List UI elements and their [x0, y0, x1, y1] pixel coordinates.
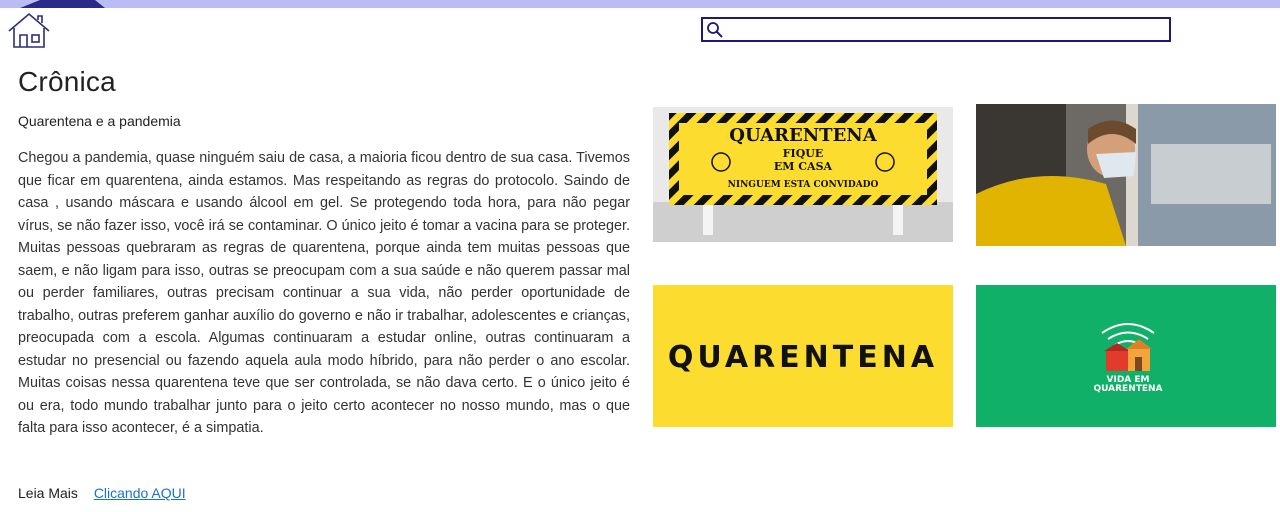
search-box[interactable] — [701, 17, 1171, 42]
quarantine-sign-image: QUARENTENA FIQUE EM CASA NINGUEM ESTA CO… — [653, 107, 953, 242]
read-more-label: Leia Mais — [18, 485, 78, 501]
top-bar — [0, 0, 1280, 8]
sign-line-3: EM CASA — [774, 160, 833, 173]
search-icon — [707, 22, 723, 38]
article-subtitle: Quarentena e a pandemia — [18, 113, 181, 129]
article-body: Chegou a pandemia, quase ninguém saiu de… — [18, 150, 630, 436]
sign-line-2: FIQUE — [783, 147, 824, 160]
quarentena-line: QUARENTENA — [1093, 384, 1162, 394]
quarantine-yellow-image: QUARENTENA — [653, 285, 953, 427]
top-bar-logo-fragment — [20, 0, 105, 8]
search-input[interactable] — [725, 19, 1169, 42]
home-icon[interactable] — [6, 11, 52, 51]
sign-line-4: NINGUEM ESTA CONVIDADO — [728, 180, 879, 190]
read-more: Leia Mais Clicando AQUI — [18, 485, 186, 501]
sign-line-1: QUARENTENA — [729, 125, 877, 146]
quarantine-text: QUARENTENA — [668, 340, 938, 375]
page-title: Crônica — [18, 66, 116, 97]
read-more-link[interactable]: Clicando AQUI — [94, 485, 186, 501]
vida-em-quarentena-image: VIDA EM QUARENTENA — [976, 285, 1276, 427]
man-with-mask-photo — [976, 104, 1276, 246]
